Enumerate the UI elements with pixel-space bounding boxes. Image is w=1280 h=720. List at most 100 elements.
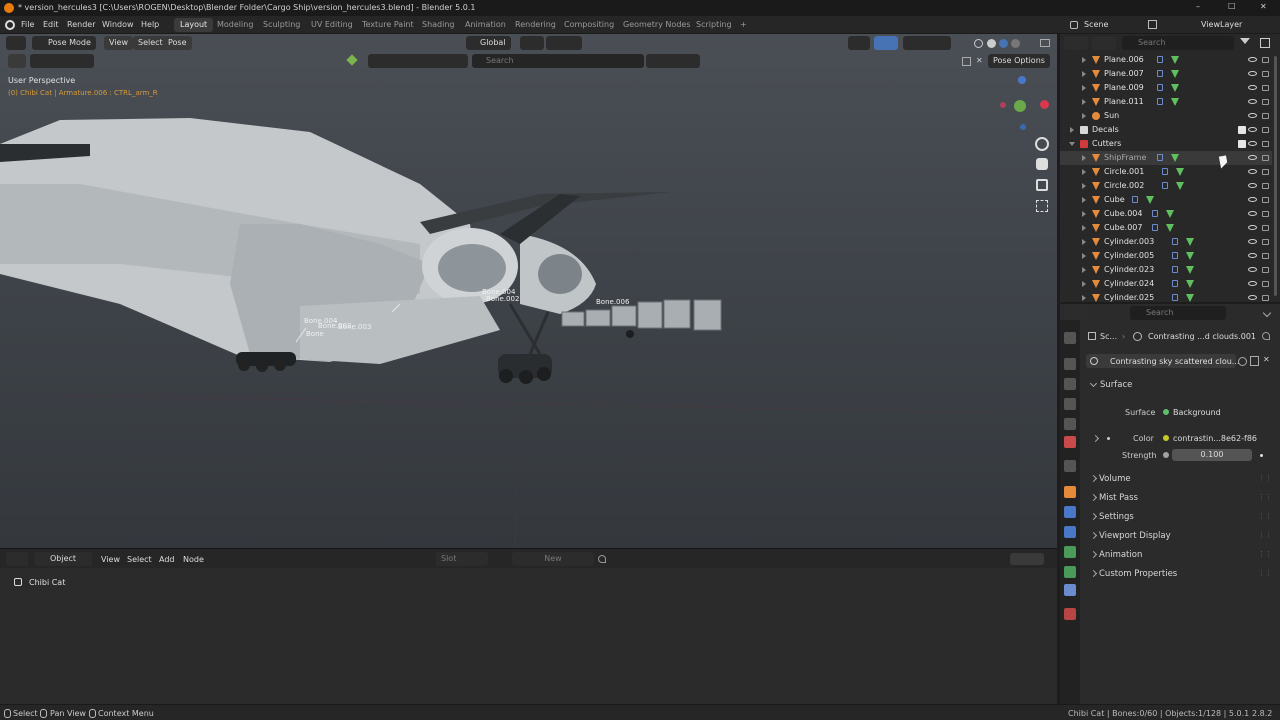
add-workspace-button[interactable]: +: [734, 18, 753, 32]
outliner-row[interactable]: Cube.007: [1060, 221, 1272, 235]
expand-toggle-icon[interactable]: [1082, 281, 1086, 287]
visibility-eye-icon[interactable]: [1248, 295, 1257, 300]
render-camera-icon[interactable]: [1262, 169, 1269, 175]
outliner-row[interactable]: Decals: [1060, 123, 1272, 137]
tab-geometry-nodes[interactable]: Geometry Nodes: [617, 18, 696, 32]
scene-selector[interactable]: Scene: [1084, 20, 1108, 29]
visibility-eye-icon[interactable]: [1248, 197, 1257, 202]
outliner-row[interactable]: Cutters: [1060, 137, 1272, 151]
display-mode-button[interactable]: [1092, 36, 1116, 50]
minimize-button[interactable]: –: [1196, 2, 1200, 11]
expand-toggle-icon[interactable]: [1082, 211, 1086, 217]
visibility-eye-icon[interactable]: [1248, 239, 1257, 244]
modifier-icon[interactable]: [1157, 56, 1163, 63]
render-tab-icon[interactable]: [1064, 358, 1076, 370]
duplicate-icon[interactable]: [1250, 356, 1259, 366]
exclude-checkbox[interactable]: [1238, 140, 1246, 148]
mesh-data-icon[interactable]: [1166, 224, 1174, 232]
outliner-row[interactable]: Sun: [1060, 109, 1272, 123]
mesh-data-icon[interactable]: [1171, 98, 1179, 106]
tab-uv-editing[interactable]: UV Editing: [305, 18, 359, 32]
modifier-icon[interactable]: [1172, 280, 1178, 287]
tab-compositing[interactable]: Compositing: [558, 18, 620, 32]
constraints-tab-icon[interactable]: [1064, 566, 1076, 578]
render-camera-icon[interactable]: [1262, 57, 1269, 63]
modifier-icon[interactable]: [1152, 224, 1158, 231]
modifier-icon[interactable]: [1162, 168, 1168, 175]
panel-header[interactable]: Settings: [1099, 512, 1134, 522]
visibility-eye-icon[interactable]: [1248, 113, 1257, 118]
panel-header[interactable]: Custom Properties: [1099, 569, 1177, 579]
panel-header[interactable]: Animation: [1099, 550, 1142, 560]
render-camera-icon[interactable]: [1262, 85, 1269, 91]
tab-modeling[interactable]: Modeling: [211, 18, 259, 32]
texture-tab-icon[interactable]: [1064, 608, 1076, 620]
tab-sculpting[interactable]: Sculpting: [257, 18, 306, 32]
mesh-data-icon[interactable]: [1171, 84, 1179, 92]
outliner-row[interactable]: Cylinder.023: [1060, 263, 1272, 277]
render-camera-icon[interactable]: [1262, 113, 1269, 119]
output-tab-icon[interactable]: [1064, 378, 1076, 390]
outliner-row[interactable]: Cylinder.025: [1060, 291, 1272, 302]
drag-handle-icon[interactable]: ⋮⋮: [1258, 569, 1272, 577]
object-tab-icon[interactable]: [1064, 486, 1076, 498]
node-view-menu[interactable]: View: [101, 555, 120, 564]
visibility-eye-icon[interactable]: [1248, 183, 1257, 188]
world-tab-icon[interactable]: [1064, 436, 1076, 448]
visibility-eye-icon[interactable]: [1248, 211, 1257, 216]
scene-tab-icon[interactable]: [1064, 418, 1076, 430]
expand-toggle-icon[interactable]: [1082, 197, 1086, 203]
render-camera-icon[interactable]: [1262, 141, 1269, 147]
maximize-button[interactable]: □: [1228, 1, 1236, 10]
panel-header[interactable]: Mist Pass: [1099, 493, 1138, 503]
mesh-data-icon[interactable]: [1176, 182, 1184, 190]
menu-help[interactable]: Help: [141, 20, 159, 29]
visibility-eye-icon[interactable]: [1248, 155, 1257, 160]
outliner-row[interactable]: Cylinder.003: [1060, 235, 1272, 249]
drag-handle-icon[interactable]: ⋮⋮: [1258, 550, 1272, 558]
visibility-eye-icon[interactable]: [1248, 253, 1257, 258]
modifier-icon[interactable]: [1157, 98, 1163, 105]
modifier-icon[interactable]: [1162, 182, 1168, 189]
modifier-icon[interactable]: [1157, 84, 1163, 91]
mesh-data-icon[interactable]: [1186, 252, 1194, 260]
menu-edit[interactable]: Edit: [43, 20, 59, 29]
overlay-toggle-icon[interactable]: [1010, 553, 1044, 565]
blender-menu-icon[interactable]: [5, 20, 15, 30]
data-tab-icon[interactable]: [1064, 584, 1076, 596]
visibility-eye-icon[interactable]: [1248, 281, 1257, 286]
expand-toggle-icon[interactable]: [1070, 127, 1074, 133]
visibility-eye-icon[interactable]: [1248, 71, 1257, 76]
render-camera-icon[interactable]: [1262, 253, 1269, 259]
node-editor-type-button[interactable]: [6, 552, 28, 566]
menu-file[interactable]: File: [21, 20, 34, 29]
menu-render[interactable]: Render: [67, 20, 95, 29]
new-material-button[interactable]: New: [512, 552, 594, 566]
expand-toggle-icon[interactable]: [1082, 57, 1086, 63]
visibility-eye-icon[interactable]: [1248, 225, 1257, 230]
visibility-eye-icon[interactable]: [1248, 127, 1257, 132]
mesh-data-icon[interactable]: [1166, 210, 1174, 218]
3d-viewport[interactable]: Pose Mode View Select Pose Global Search…: [0, 34, 1057, 548]
render-camera-icon[interactable]: [1262, 127, 1269, 133]
expand-toggle-icon[interactable]: [1082, 85, 1086, 91]
node-select-menu[interactable]: Select: [127, 555, 152, 564]
surface-shader-field[interactable]: Background: [1158, 406, 1254, 418]
render-camera-icon[interactable]: [1262, 155, 1269, 161]
mesh-data-icon[interactable]: [1171, 154, 1179, 162]
expand-toggle-icon[interactable]: [1082, 295, 1086, 301]
expand-toggle-icon[interactable]: [1069, 142, 1075, 146]
modifier-icon[interactable]: [1172, 266, 1178, 273]
keyframe-dot-icon[interactable]: [1260, 454, 1263, 457]
render-camera-icon[interactable]: [1262, 197, 1269, 203]
pin-icon[interactable]: [598, 555, 606, 563]
mesh-data-icon[interactable]: [1186, 266, 1194, 274]
menu-window[interactable]: Window: [102, 20, 134, 29]
render-camera-icon[interactable]: [1262, 239, 1269, 245]
particles-tab-icon[interactable]: [1064, 526, 1076, 538]
mesh-data-icon[interactable]: [1176, 168, 1184, 176]
tab-layout[interactable]: Layout: [174, 18, 214, 32]
outliner-row[interactable]: ShipFrame: [1060, 151, 1272, 165]
expand-toggle-icon[interactable]: [1082, 113, 1086, 119]
render-camera-icon[interactable]: [1262, 211, 1269, 217]
